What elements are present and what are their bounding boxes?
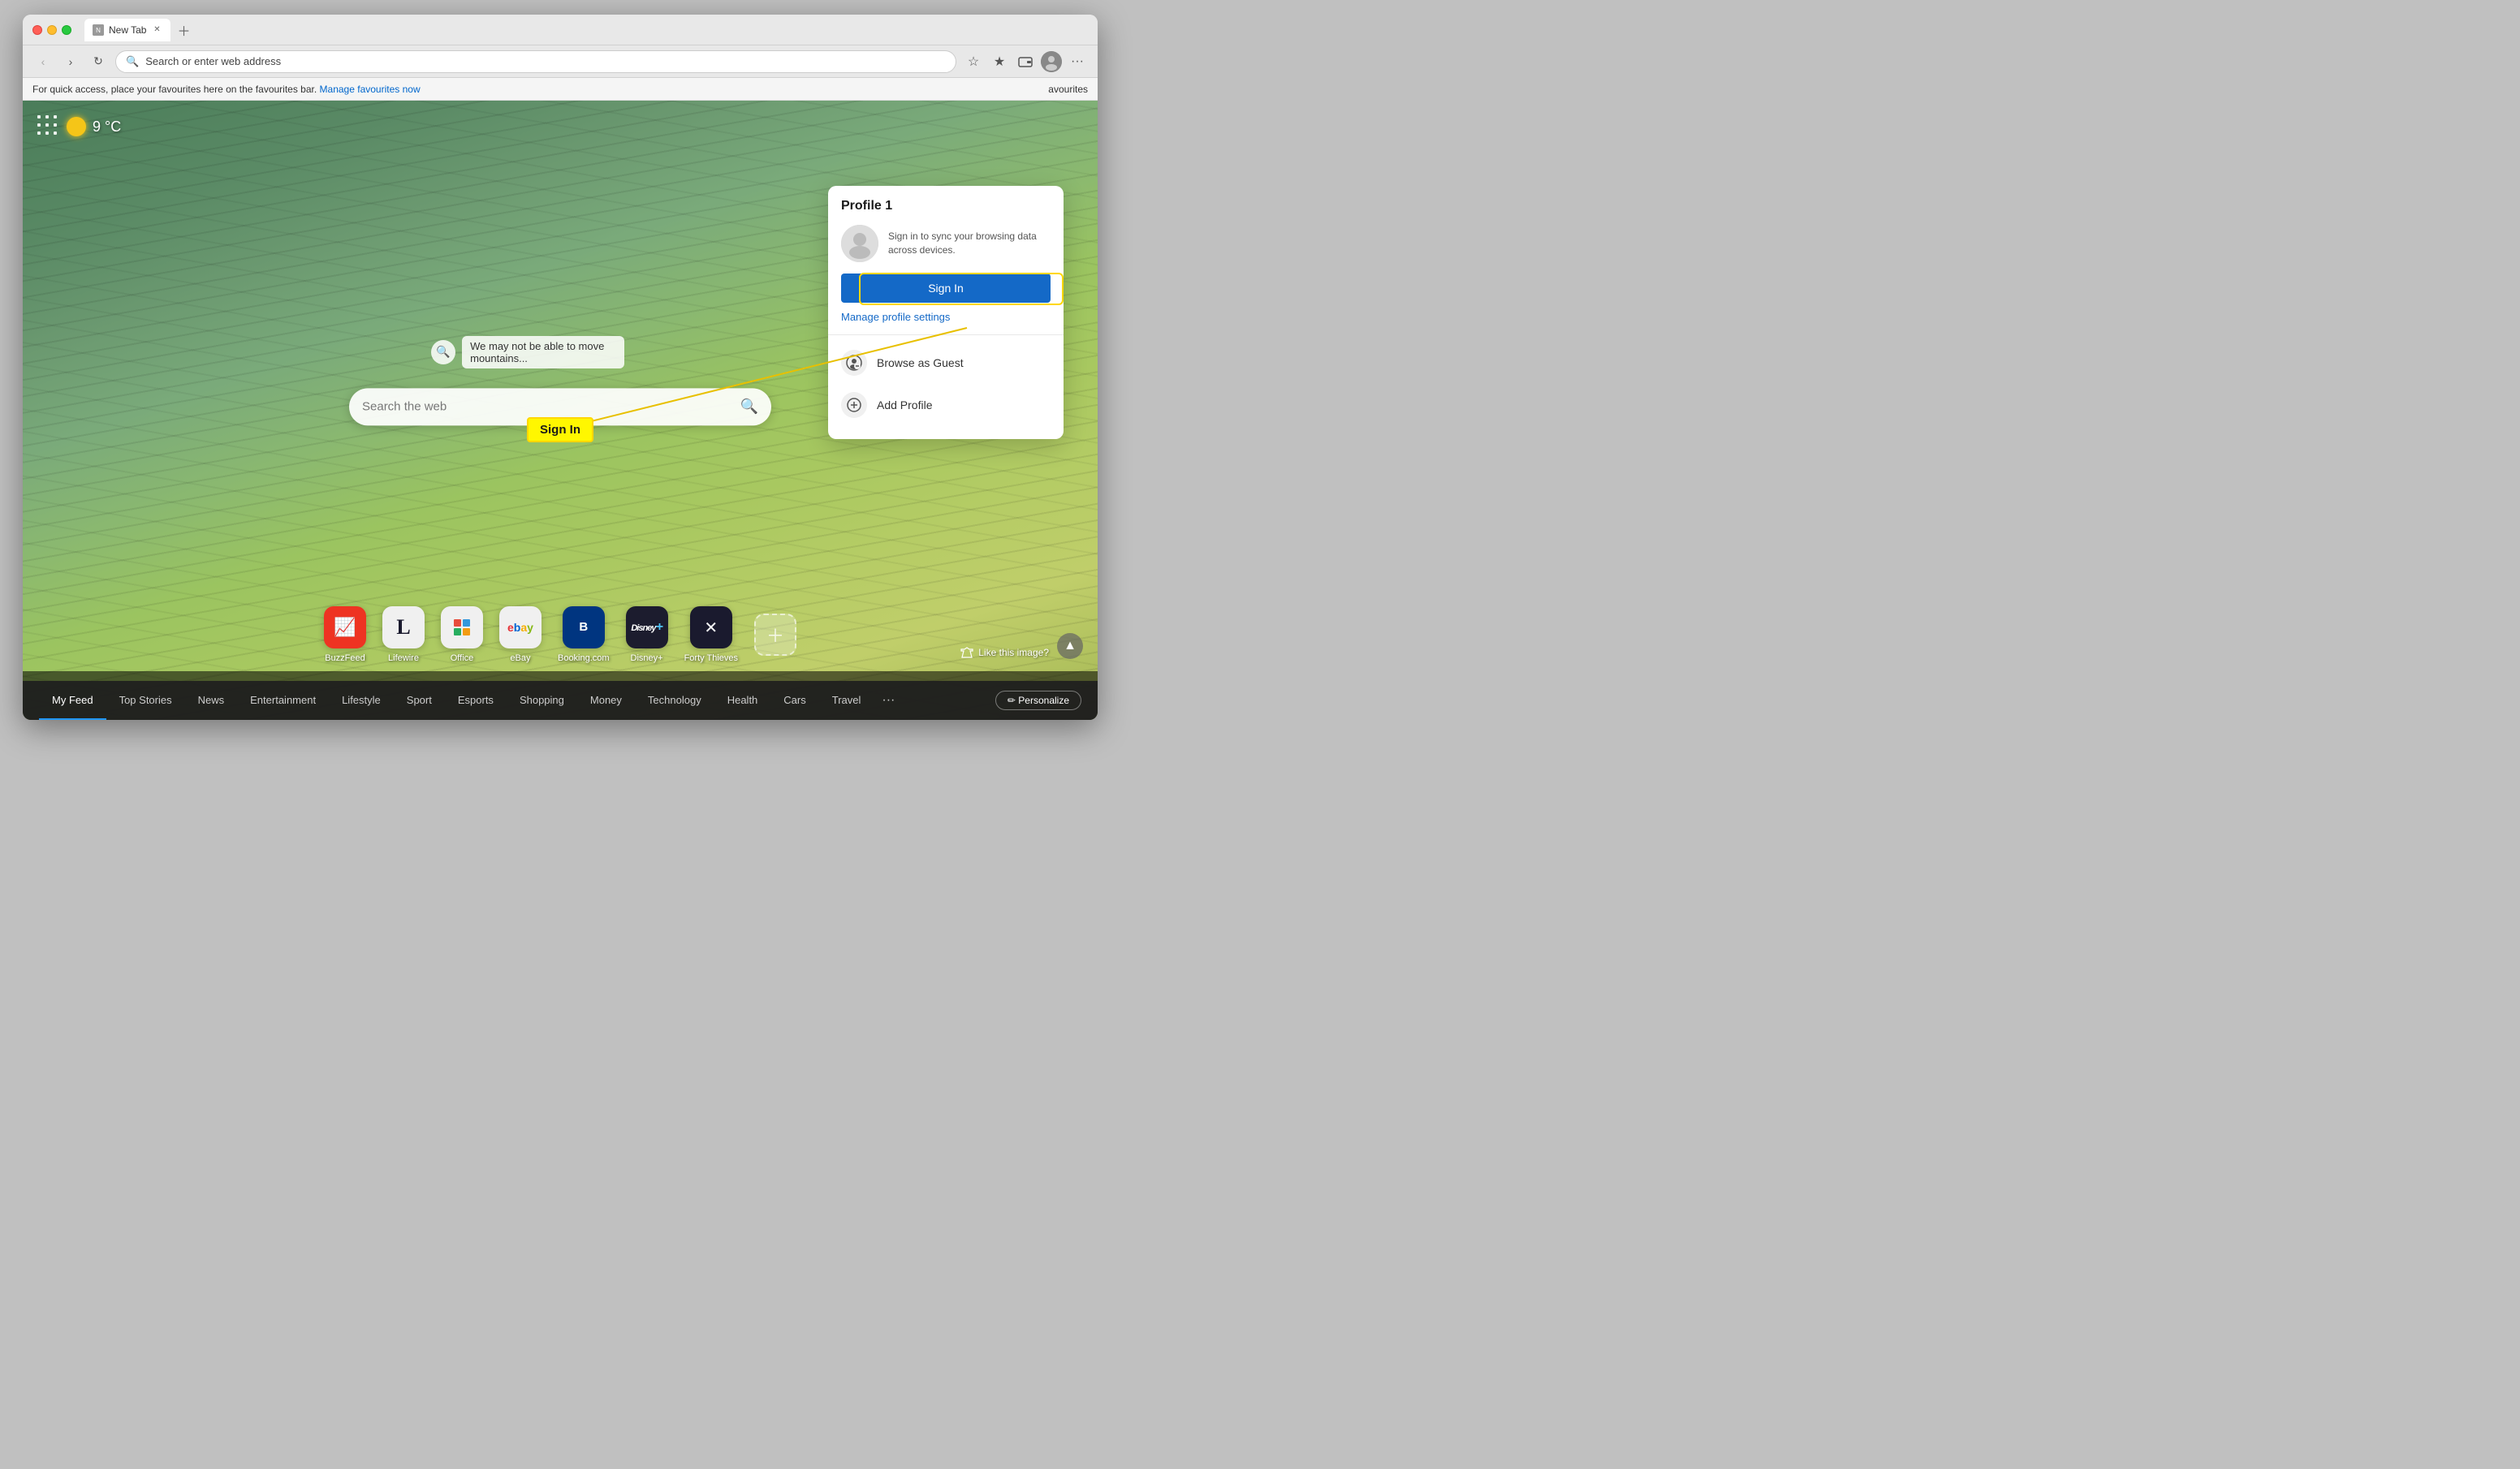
nav-item-my-feed[interactable]: My Feed bbox=[39, 681, 106, 720]
tab-area: N New Tab ✕ ＋ bbox=[84, 19, 193, 41]
lifewire-label: Lifewire bbox=[388, 653, 419, 663]
profile-avatar bbox=[841, 225, 878, 262]
nav-item-top-stories[interactable]: Top Stories bbox=[106, 681, 185, 720]
add-profile-label: Add Profile bbox=[877, 398, 932, 411]
nav-item-money[interactable]: Money bbox=[577, 681, 635, 720]
browse-guest-icon bbox=[841, 350, 867, 376]
scroll-up-button[interactable]: ▲ bbox=[1057, 633, 1083, 659]
favourites-icon[interactable]: ★ bbox=[989, 51, 1010, 72]
quick-link-disney[interactable]: Disney+ Disney+ bbox=[626, 606, 668, 663]
tab-close-button[interactable]: ✕ bbox=[151, 24, 162, 36]
close-window-button[interactable] bbox=[32, 25, 42, 35]
main-content: 9 °C Search the web 🔍 🔍 We may not be ab… bbox=[23, 101, 1098, 720]
new-tab-button[interactable]: ＋ bbox=[174, 20, 193, 40]
collections-icon[interactable]: ☆ bbox=[963, 51, 984, 72]
add-profile-option[interactable]: Add Profile bbox=[841, 384, 1051, 426]
nav-bar: ‹ › ↻ 🔍 Search or enter web address ☆ ★ bbox=[23, 45, 1098, 78]
search-input[interactable]: Search the web bbox=[362, 399, 732, 413]
quote-search-icon: 🔍 bbox=[431, 340, 455, 364]
profile-info: Sign in to sync your browsing data acros… bbox=[841, 225, 1051, 262]
forward-button[interactable]: › bbox=[60, 51, 81, 72]
minimize-window-button[interactable] bbox=[47, 25, 57, 35]
nav-more-button[interactable]: ··· bbox=[874, 693, 903, 708]
buzzfeed-label: BuzzFeed bbox=[325, 653, 365, 663]
manage-favourites-link[interactable]: Manage favourites now bbox=[320, 84, 421, 95]
office-label: Office bbox=[451, 653, 474, 663]
nav-item-technology[interactable]: Technology bbox=[635, 681, 714, 720]
nav-item-lifestyle[interactable]: Lifestyle bbox=[329, 681, 394, 720]
tab-favicon: N bbox=[93, 24, 104, 36]
quick-links: 📈 BuzzFeed L Lifewire bbox=[324, 606, 796, 663]
office-icon bbox=[441, 606, 483, 648]
disney-icon: Disney+ bbox=[626, 606, 668, 648]
nav-item-news[interactable]: News bbox=[185, 681, 238, 720]
booking-label: Booking.com bbox=[558, 653, 610, 663]
like-image-button[interactable]: Like this image? bbox=[960, 646, 1049, 659]
profile-button[interactable] bbox=[1041, 51, 1062, 72]
like-image-label: Like this image? bbox=[978, 647, 1049, 658]
tab-title: New Tab bbox=[109, 24, 146, 36]
nav-item-shopping[interactable]: Shopping bbox=[507, 681, 577, 720]
quick-link-office[interactable]: Office bbox=[441, 606, 483, 663]
quick-link-forty-thieves[interactable]: ✕ Forty Thieves bbox=[684, 606, 738, 663]
buzzfeed-icon: 📈 bbox=[324, 606, 366, 648]
favourites-bar: For quick access, place your favourites … bbox=[23, 78, 1098, 101]
add-quick-link-button[interactable]: ＋ bbox=[754, 614, 796, 656]
lifewire-icon: L bbox=[382, 606, 425, 648]
traffic-lights bbox=[32, 25, 71, 35]
search-box[interactable]: Search the web 🔍 bbox=[349, 388, 771, 425]
personalize-button[interactable]: ✏ Personalize bbox=[995, 691, 1081, 710]
address-bar[interactable]: 🔍 Search or enter web address bbox=[115, 50, 956, 73]
quick-link-booking[interactable]: B Booking.com bbox=[558, 606, 610, 663]
browse-guest-label: Browse as Guest bbox=[877, 356, 964, 369]
maximize-window-button[interactable] bbox=[62, 25, 71, 35]
nav-item-cars[interactable]: Cars bbox=[770, 681, 818, 720]
booking-icon: B bbox=[563, 606, 605, 648]
quick-link-lifewire[interactable]: L Lifewire bbox=[382, 606, 425, 663]
manage-profile-link[interactable]: Manage profile settings bbox=[841, 311, 1051, 323]
ebay-icon: ebay bbox=[499, 606, 542, 648]
address-bar-text: Search or enter web address bbox=[145, 55, 946, 67]
browse-as-guest-option[interactable]: Browse as Guest bbox=[841, 342, 1051, 384]
nav-item-travel[interactable]: Travel bbox=[819, 681, 874, 720]
favourites-bar-text: For quick access, place your favourites … bbox=[32, 84, 317, 95]
sign-in-button[interactable]: Sign In bbox=[841, 274, 1051, 303]
weather-sun-icon bbox=[67, 117, 86, 136]
search-submit-icon[interactable]: 🔍 bbox=[740, 398, 758, 415]
ebay-label: eBay bbox=[510, 653, 530, 663]
nav-item-entertainment[interactable]: Entertainment bbox=[237, 681, 329, 720]
weather-widget: 9 °C bbox=[37, 115, 121, 138]
settings-icon[interactable]: ··· bbox=[1067, 51, 1088, 72]
refresh-button[interactable]: ↻ bbox=[88, 51, 109, 72]
fortythieves-label: Forty Thieves bbox=[684, 653, 738, 663]
nav-item-health[interactable]: Health bbox=[714, 681, 771, 720]
back-button[interactable]: ‹ bbox=[32, 51, 54, 72]
apps-grid-icon[interactable] bbox=[37, 115, 60, 138]
favourites-right-label: avourites bbox=[1048, 84, 1088, 95]
quote-tooltip: 🔍 We may not be able to move mountains..… bbox=[431, 336, 624, 368]
nav-item-sport[interactable]: Sport bbox=[394, 681, 445, 720]
wallet-icon[interactable] bbox=[1015, 51, 1036, 72]
title-bar: N New Tab ✕ ＋ bbox=[23, 15, 1098, 45]
nav-item-esports[interactable]: Esports bbox=[445, 681, 507, 720]
add-profile-icon bbox=[841, 392, 867, 418]
profile-dropdown: Profile 1 Sign in to sync your browsing … bbox=[828, 186, 1064, 439]
quote-text: We may not be able to move mountains... bbox=[462, 336, 624, 368]
nav-icons-right: ☆ ★ ··· bbox=[963, 51, 1088, 72]
profile-dropdown-title: Profile 1 bbox=[841, 199, 1051, 213]
quick-link-buzzfeed[interactable]: 📈 BuzzFeed bbox=[324, 606, 366, 663]
fortythieves-icon: ✕ bbox=[690, 606, 732, 648]
address-search-icon: 🔍 bbox=[126, 55, 139, 68]
browser-window: N New Tab ✕ ＋ ‹ › ↻ 🔍 Search or enter we… bbox=[23, 15, 1098, 720]
profile-divider bbox=[828, 334, 1064, 335]
bottom-nav: My Feed Top Stories News Entertainment L… bbox=[23, 681, 1098, 720]
quick-link-ebay[interactable]: ebay eBay bbox=[499, 606, 542, 663]
weather-temperature: 9 °C bbox=[93, 118, 121, 136]
svg-text:N: N bbox=[96, 27, 101, 34]
active-tab[interactable]: N New Tab ✕ bbox=[84, 19, 170, 41]
search-container: Search the web 🔍 bbox=[349, 388, 771, 425]
profile-sync-text: Sign in to sync your browsing data acros… bbox=[888, 230, 1051, 257]
disney-label: Disney+ bbox=[631, 653, 663, 663]
